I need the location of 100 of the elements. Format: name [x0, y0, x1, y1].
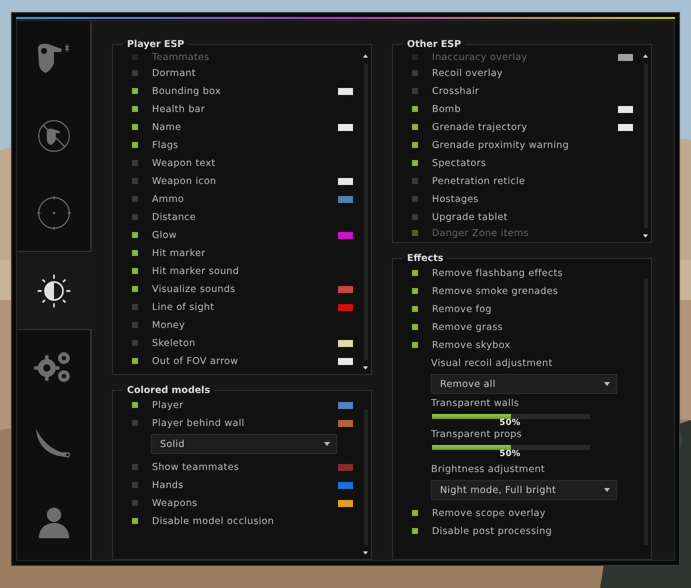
checkbox[interactable]	[131, 419, 139, 427]
checkbox[interactable]	[411, 305, 419, 313]
option-label: Money	[152, 320, 186, 330]
checkbox[interactable]	[131, 213, 139, 221]
color-swatch[interactable]	[338, 358, 353, 364]
slider-label: Transparent props	[431, 429, 523, 440]
option-label: Player behind wall	[152, 418, 246, 428]
checkbox[interactable]	[411, 123, 419, 131]
checkbox[interactable]	[131, 481, 139, 489]
scroll-down-icon[interactable]	[363, 366, 368, 370]
setting-label: Visual recoil adjustment	[431, 358, 554, 368]
option-label: Dormant	[152, 68, 197, 78]
checkbox[interactable]	[411, 213, 419, 221]
checkbox[interactable]	[131, 123, 139, 131]
option-label: Remove flashbang effects	[432, 268, 564, 278]
slider-track[interactable]	[431, 444, 591, 451]
option-label: Upgrade tablet	[432, 212, 509, 222]
option-label: Weapons	[152, 498, 198, 508]
checkbox[interactable]	[411, 105, 419, 113]
option-label: Remove scope overlay	[432, 508, 547, 518]
scroll-down-icon[interactable]	[643, 234, 648, 238]
checkbox[interactable]	[131, 87, 139, 95]
checkbox[interactable]	[411, 341, 419, 349]
checkbox[interactable]	[411, 323, 419, 331]
slider-track[interactable]	[431, 413, 591, 420]
checkbox[interactable]	[131, 231, 139, 239]
scroll-down-icon[interactable]	[363, 551, 368, 555]
color-swatch[interactable]	[618, 54, 633, 60]
checkbox[interactable]	[131, 267, 139, 275]
checkbox[interactable]	[131, 249, 139, 257]
option-label: Crosshair	[432, 86, 480, 96]
option-label: Grenade trajectory	[432, 122, 528, 132]
option-label: Recoil overlay	[432, 68, 504, 78]
caret-icon	[604, 488, 610, 492]
sidebar-tab[interactable]	[17, 251, 92, 330]
color-swatch[interactable]	[338, 482, 353, 488]
slider-value: 50%	[498, 449, 522, 460]
color-swatch[interactable]	[338, 196, 353, 202]
checkbox[interactable]	[131, 141, 139, 149]
checkbox[interactable]	[411, 159, 419, 167]
option-label: Remove fog	[432, 304, 493, 314]
checkbox[interactable]	[411, 69, 419, 77]
checkbox[interactable]	[411, 287, 419, 295]
checkbox[interactable]	[131, 195, 139, 203]
checkbox[interactable]	[411, 141, 419, 149]
dropdown[interactable]: Solid	[151, 434, 337, 454]
checkbox[interactable]	[131, 499, 139, 507]
caret-icon	[604, 382, 610, 386]
checkbox[interactable]	[131, 303, 139, 311]
checkbox[interactable]	[131, 105, 139, 113]
panel-title: Effects	[406, 254, 444, 264]
color-swatch[interactable]	[338, 286, 353, 292]
checkbox[interactable]	[411, 269, 419, 277]
option-label: Remove grass	[432, 322, 504, 332]
checkbox[interactable]	[131, 321, 139, 329]
color-swatch[interactable]	[338, 124, 353, 130]
option-label: Skeleton	[152, 338, 196, 348]
color-swatch[interactable]	[618, 106, 633, 112]
slider-value: 50%	[498, 418, 522, 429]
option-label: Inaccuracy overlay	[432, 52, 528, 62]
option-label: Grenade proximity warning	[432, 140, 570, 150]
color-swatch[interactable]	[338, 304, 353, 310]
color-swatch[interactable]	[338, 402, 353, 408]
checkbox[interactable]	[411, 195, 419, 203]
checkbox[interactable]	[131, 401, 139, 409]
checkbox[interactable]	[131, 159, 139, 167]
color-swatch[interactable]	[338, 88, 353, 94]
dropdown[interactable]: Night mode, Full bright	[431, 480, 617, 500]
option-label: Bounding box	[152, 86, 222, 96]
option-label: Hostages	[432, 194, 480, 204]
checkbox[interactable]	[131, 463, 139, 471]
caret-icon	[324, 442, 330, 446]
panel-title: Player ESP	[126, 40, 186, 50]
color-swatch[interactable]	[338, 500, 353, 506]
option-label: Teammates	[152, 52, 210, 62]
checkbox[interactable]	[131, 357, 139, 365]
dropdown[interactable]: Remove all	[431, 374, 617, 394]
checkbox[interactable]	[131, 339, 139, 347]
checkbox[interactable]	[411, 87, 419, 95]
checkbox[interactable]	[411, 509, 419, 517]
scroll-up-icon[interactable]	[363, 54, 368, 58]
option-label: Out of FOV arrow	[152, 356, 240, 366]
color-swatch[interactable]	[618, 124, 633, 130]
color-swatch[interactable]	[338, 232, 353, 238]
scroll-up-icon[interactable]	[643, 54, 648, 58]
option-label: Disable model occlusion	[152, 516, 276, 526]
color-swatch[interactable]	[338, 464, 353, 470]
color-swatch[interactable]	[338, 340, 353, 346]
color-swatch[interactable]	[338, 420, 353, 426]
checkbox[interactable]	[411, 229, 419, 237]
color-swatch[interactable]	[338, 178, 353, 184]
checkbox[interactable]	[131, 69, 139, 77]
checkbox[interactable]	[131, 517, 139, 525]
option-label: Hit marker sound	[152, 266, 240, 276]
option-label: Weapon icon	[152, 176, 218, 186]
checkbox[interactable]	[411, 177, 419, 185]
checkbox[interactable]	[411, 527, 419, 535]
option-label: Health bar	[152, 104, 206, 114]
checkbox[interactable]	[131, 177, 139, 185]
checkbox[interactable]	[131, 285, 139, 293]
